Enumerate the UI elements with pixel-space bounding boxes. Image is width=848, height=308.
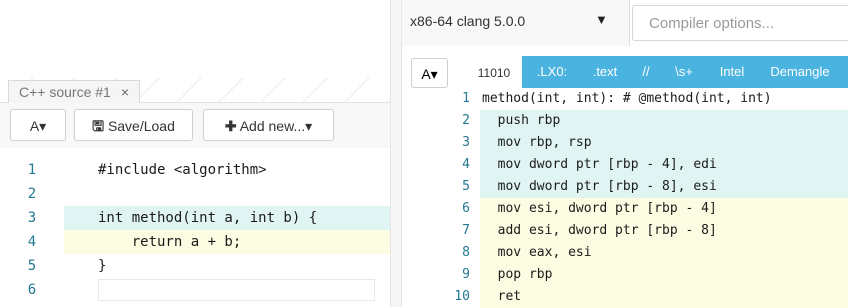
add-new-label: Add new...▾ (239, 118, 313, 134)
intel-syntax-button[interactable]: Intel (708, 56, 756, 88)
line-number: 1 (462, 91, 470, 106)
asm-text: mov esi, dword ptr [rbp - 4] (482, 201, 717, 216)
line-number: 3 (462, 135, 470, 150)
line-number: 6 (462, 201, 470, 216)
add-new-button[interactable]: ✚ Add new...▾ (203, 109, 334, 141)
asm-line: 3 mov rbp, rsp (402, 132, 848, 154)
code-text: return a + b; (98, 234, 242, 250)
dropdown-caret-icon: ▼ (595, 12, 608, 27)
code-line: 4 return a + b; (0, 230, 390, 254)
line-number: 2 (462, 113, 470, 128)
asm-line: 6 mov esi, dword ptr [rbp - 4] (402, 198, 848, 220)
line-number: 4 (0, 230, 64, 254)
filter-labels-button[interactable]: .LX0: (528, 56, 576, 88)
source-pane-header-area (0, 0, 390, 78)
line-number: 1 (27, 162, 37, 178)
asm-text: mov eax, esi (482, 245, 592, 260)
asm-line: 9 pop rbp (402, 264, 848, 286)
floppy-disk-icon: 🖫 (92, 118, 105, 134)
asm-text: ret (482, 289, 522, 304)
code-text: int method(int a, int b) { (98, 210, 318, 226)
line-number: 4 (462, 157, 470, 172)
line-number: 8 (462, 245, 470, 260)
asm-line: 10 ret (402, 286, 848, 308)
code-line: 6 (0, 278, 390, 302)
asm-text: pop rbp (482, 267, 553, 282)
source-editor[interactable]: 1 #include <algorithm> 2 3 int method(in… (0, 148, 390, 307)
asm-text: add esi, dword ptr [rbp - 8] (482, 223, 717, 238)
save-load-label: Save/Load (107, 118, 175, 134)
asm-text: mov rbp, rsp (482, 135, 592, 150)
line-number: 9 (462, 267, 470, 282)
compiler-options-input[interactable] (647, 14, 841, 33)
line-number: 5 (462, 179, 470, 194)
asm-text: push rbp (482, 113, 561, 128)
filter-comments-button[interactable]: // (632, 56, 660, 88)
asm-line: 7 add esi, dword ptr [rbp - 8] (402, 220, 848, 242)
line-number: 7 (462, 223, 470, 238)
binary-filter-button[interactable]: 11010 (466, 58, 522, 88)
asm-line: 4 mov dword ptr [rbp - 4], edi (402, 154, 848, 176)
asm-line: 8 mov eax, esi (402, 242, 848, 264)
save-load-button[interactable]: 🖫 Save/Load (74, 109, 193, 141)
close-icon[interactable]: × (121, 84, 129, 100)
assembly-output[interactable]: 1 method(int, int): # @method(int, int) … (402, 88, 848, 308)
font-size-icon: A▾ (421, 66, 438, 82)
current-line-indicator (98, 279, 375, 301)
asm-text: mov dword ptr [rbp - 8], esi (482, 179, 717, 194)
compiler-select[interactable]: x86-64 clang 5.0.0 ▼ (402, 0, 630, 46)
asm-line: 1 method(int, int): # @method(int, int) (402, 88, 848, 110)
code-text: #include <algorithm> (98, 162, 267, 178)
line-number: 10 (454, 289, 470, 304)
font-size-icon: A▾ (29, 118, 47, 134)
asm-text: mov dword ptr [rbp - 4], edi (482, 157, 717, 172)
filter-whitespace-button[interactable]: \s+ (664, 56, 704, 88)
output-font-size-button[interactable]: A▾ (411, 58, 448, 88)
filter-directives-button[interactable]: .text (582, 56, 628, 88)
line-number: 5 (27, 258, 37, 274)
code-line: 3 int method(int a, int b) { (0, 206, 390, 230)
code-line: 5 } (0, 254, 390, 278)
line-number: 3 (0, 206, 64, 230)
demangle-button[interactable]: Demangle (760, 56, 840, 88)
asm-text: method(int, int): # @method(int, int) (482, 91, 772, 106)
line-number: 6 (27, 282, 37, 298)
code-line: 1 #include <algorithm> (0, 158, 390, 182)
asm-line: 2 push rbp (402, 110, 848, 132)
font-size-button[interactable]: A▾ (10, 109, 66, 141)
pane-divider[interactable] (390, 0, 402, 307)
compiler-name: x86-64 clang 5.0.0 (410, 13, 526, 29)
asm-line: 5 mov dword ptr [rbp - 8], esi (402, 176, 848, 198)
plus-icon: ✚ (224, 118, 237, 134)
line-number: 2 (27, 186, 37, 202)
code-line: 2 (0, 182, 390, 206)
tab-cpp-source[interactable]: C++ source #1 × (8, 80, 141, 103)
compiler-options-field[interactable] (632, 5, 848, 41)
code-text: } (98, 258, 107, 274)
filter-button-group: .LX0: .text // \s+ Intel Demangle (522, 56, 848, 88)
tab-label: C++ source #1 (19, 84, 111, 100)
